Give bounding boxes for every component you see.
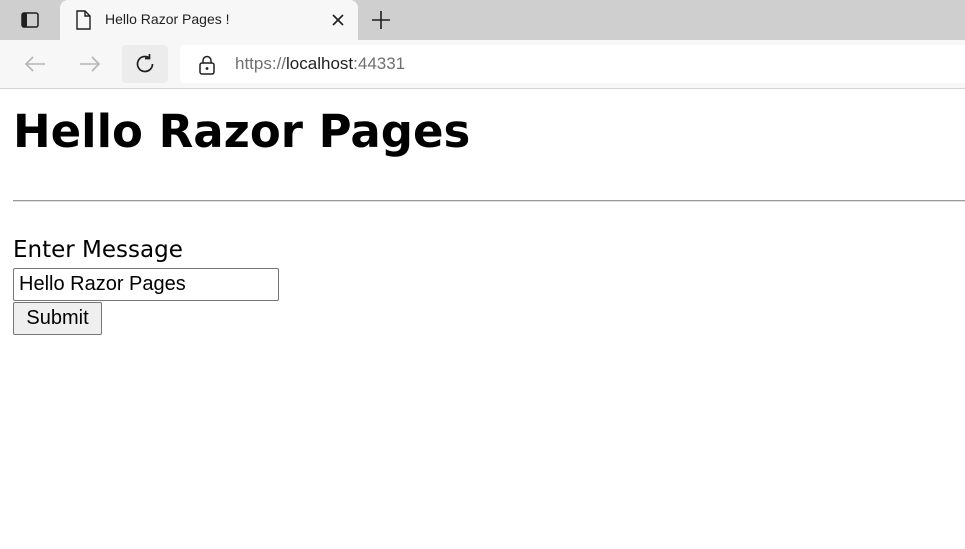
url-port: :44331 [353, 54, 406, 73]
page-icon [76, 10, 91, 30]
tab-actions-button[interactable] [12, 9, 48, 31]
submit-button[interactable]: Submit [13, 302, 102, 335]
tab-strip: Hello Razor Pages ! [0, 0, 965, 40]
message-input[interactable] [13, 268, 279, 301]
forward-arrow-icon [80, 56, 101, 72]
url-host: localhost [286, 54, 354, 73]
url-scheme: https:// [235, 54, 287, 73]
reload-button[interactable] [122, 45, 168, 83]
tab-title: Hello Razor Pages ! [105, 11, 230, 27]
url-text[interactable]: https://localhost:44331 [235, 54, 405, 74]
close-icon[interactable] [330, 12, 346, 28]
plus-icon[interactable] [369, 8, 393, 32]
browser-toolbar: https://localhost:44331 [0, 40, 965, 89]
page-title: Hello Razor Pages [13, 105, 471, 158]
horizontal-rule [13, 200, 965, 202]
tab-actions-icon [21, 12, 39, 28]
address-bar[interactable]: https://localhost:44331 [180, 45, 965, 83]
back-arrow-icon [24, 56, 45, 72]
message-label: Enter Message [13, 237, 183, 263]
reload-icon [136, 54, 154, 73]
page-content: Hello Razor Pages Enter Message Submit [0, 89, 965, 549]
back-button[interactable] [20, 50, 50, 78]
browser-window: Hello Razor Pages ! https://localhost:44… [0, 0, 965, 549]
tab-active[interactable]: Hello Razor Pages ! [60, 0, 358, 40]
lock-icon[interactable] [198, 55, 216, 75]
forward-button[interactable] [75, 50, 105, 78]
